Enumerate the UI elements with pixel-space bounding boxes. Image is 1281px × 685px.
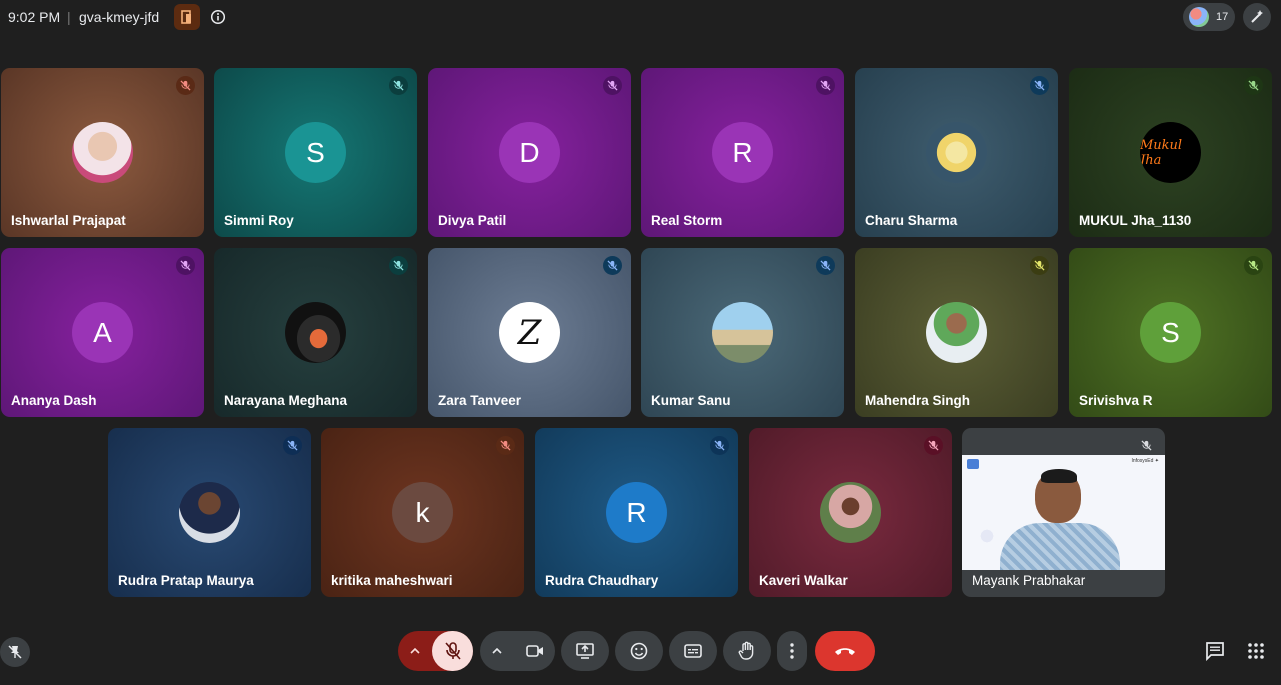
visual-effects-icon[interactable] — [1243, 3, 1271, 31]
participant-tile[interactable]: S Simmi Roy — [214, 68, 417, 237]
sparkle-icon — [976, 525, 998, 547]
top-bar: 9:02 PM | gva-kmey-jfd 17 — [0, 0, 1281, 34]
avatar — [926, 122, 987, 183]
avatar: A — [72, 302, 133, 363]
muted-mic-icon — [496, 436, 515, 455]
participant-tile[interactable]: A Ananya Dash — [1, 248, 204, 417]
muted-mic-icon — [816, 76, 835, 95]
muted-mic-icon — [603, 76, 622, 95]
avatar: k — [392, 482, 453, 543]
unpin-icon[interactable] — [0, 637, 30, 667]
muted-mic-icon — [389, 256, 408, 275]
participant-tile[interactable]: Charu Sharma — [855, 68, 1058, 237]
activities-icon[interactable] — [1248, 643, 1264, 659]
person-hair — [1041, 469, 1077, 483]
participant-tile[interactable]: Ishwarlal Prajapat — [1, 68, 204, 237]
participant-tile[interactable]: Rudra Pratap Maurya — [108, 428, 311, 597]
avatar — [285, 302, 346, 363]
participant-name: Srivishva R — [1079, 393, 1153, 408]
participant-tile[interactable]: R Rudra Chaudhary — [535, 428, 738, 597]
muted-mic-icon — [1244, 256, 1263, 275]
video-feed: InfosysEd ✦ — [962, 455, 1165, 570]
muted-mic-icon — [1030, 76, 1049, 95]
camera-icon[interactable] — [514, 631, 555, 671]
participant-tile[interactable]: S Srivishva R — [1069, 248, 1272, 417]
avatar: R — [606, 482, 667, 543]
participant-tile[interactable]: Kaveri Walkar — [749, 428, 952, 597]
muted-mic-icon — [283, 436, 302, 455]
person-shirt — [1000, 523, 1120, 570]
camera-control-group — [480, 631, 555, 671]
raise-hand-icon[interactable] — [723, 631, 771, 671]
muted-mic-icon — [603, 256, 622, 275]
participant-tile-video[interactable]: InfosysEd ✦ Mayank Prabhakar — [962, 428, 1165, 597]
participant-name: Mayank Prabhakar — [972, 573, 1086, 588]
info-icon[interactable] — [210, 9, 226, 25]
muted-mic-icon — [176, 76, 195, 95]
avatar: R — [712, 122, 773, 183]
avatar — [72, 122, 133, 183]
participant-name: Charu Sharma — [865, 213, 958, 228]
present-icon[interactable] — [561, 631, 609, 671]
participant-name: Ananya Dash — [11, 393, 97, 408]
participant-name: kritika maheshwari — [331, 573, 453, 588]
participant-name: Rudra Chaudhary — [545, 573, 659, 588]
avatar — [926, 302, 987, 363]
participant-name: Rudra Pratap Maurya — [118, 573, 254, 588]
participant-name: Divya Patil — [438, 213, 507, 228]
video-overlay-text: InfosysEd ✦ — [1131, 458, 1159, 464]
mic-off-icon[interactable] — [432, 631, 473, 671]
mic-control-group — [398, 631, 473, 671]
participant-tile[interactable]: R Real Storm — [641, 68, 844, 237]
participant-tile[interactable]: k kritika maheshwari — [321, 428, 524, 597]
meeting-time: 9:02 PM — [8, 9, 61, 25]
participant-tile[interactable]: Mukul Jha MUKUL Jha_1130 — [1069, 68, 1272, 237]
avatar-logo: Mukul Jha — [1140, 122, 1201, 183]
participant-tile[interactable]: Z Zara Tanveer — [428, 248, 631, 417]
participant-name: MUKUL Jha_1130 — [1079, 213, 1192, 228]
participant-name: Ishwarlal Prajapat — [11, 213, 126, 228]
avatar — [820, 482, 881, 543]
header-separator: | — [67, 9, 71, 25]
logo-icon — [967, 459, 979, 469]
participant-name: Simmi Roy — [224, 213, 294, 228]
mic-options-icon[interactable] — [398, 631, 432, 671]
muted-mic-icon — [176, 256, 195, 275]
avatar — [179, 482, 240, 543]
end-call-icon[interactable] — [815, 631, 875, 671]
avatar: S — [1140, 302, 1201, 363]
chat-icon[interactable] — [1205, 641, 1225, 662]
camera-options-icon[interactable] — [480, 631, 514, 671]
participant-count: 17 — [1216, 11, 1229, 23]
participant-tile[interactable]: Mahendra Singh — [855, 248, 1058, 417]
participant-tile[interactable]: Narayana Meghana — [214, 248, 417, 417]
breakout-room-icon[interactable] — [174, 4, 200, 30]
participant-name: Real Storm — [651, 213, 723, 228]
participant-name: Kumar Sanu — [651, 393, 731, 408]
participants-avatars-icon — [1189, 7, 1209, 27]
participant-tile[interactable]: Kumar Sanu — [641, 248, 844, 417]
muted-mic-icon — [1030, 256, 1049, 275]
muted-mic-icon — [710, 436, 729, 455]
participant-name: Kaveri Walkar — [759, 573, 848, 588]
muted-mic-icon — [924, 436, 943, 455]
muted-mic-icon — [1137, 436, 1156, 455]
more-options-icon[interactable] — [777, 631, 807, 671]
avatar: S — [285, 122, 346, 183]
avatar-logo: Z — [499, 302, 560, 363]
meeting-code[interactable]: gva-kmey-jfd — [79, 9, 159, 25]
participants-button[interactable]: 17 — [1183, 3, 1235, 31]
emoji-icon[interactable] — [615, 631, 663, 671]
muted-mic-icon — [816, 256, 835, 275]
muted-mic-icon — [1244, 76, 1263, 95]
captions-icon[interactable] — [669, 631, 717, 671]
muted-mic-icon — [389, 76, 408, 95]
participant-name: Mahendra Singh — [865, 393, 971, 408]
participant-tile[interactable]: D Divya Patil — [428, 68, 631, 237]
participant-name: Narayana Meghana — [224, 393, 348, 408]
avatar — [712, 302, 773, 363]
participant-name: Zara Tanveer — [438, 393, 522, 408]
avatar: D — [499, 122, 560, 183]
